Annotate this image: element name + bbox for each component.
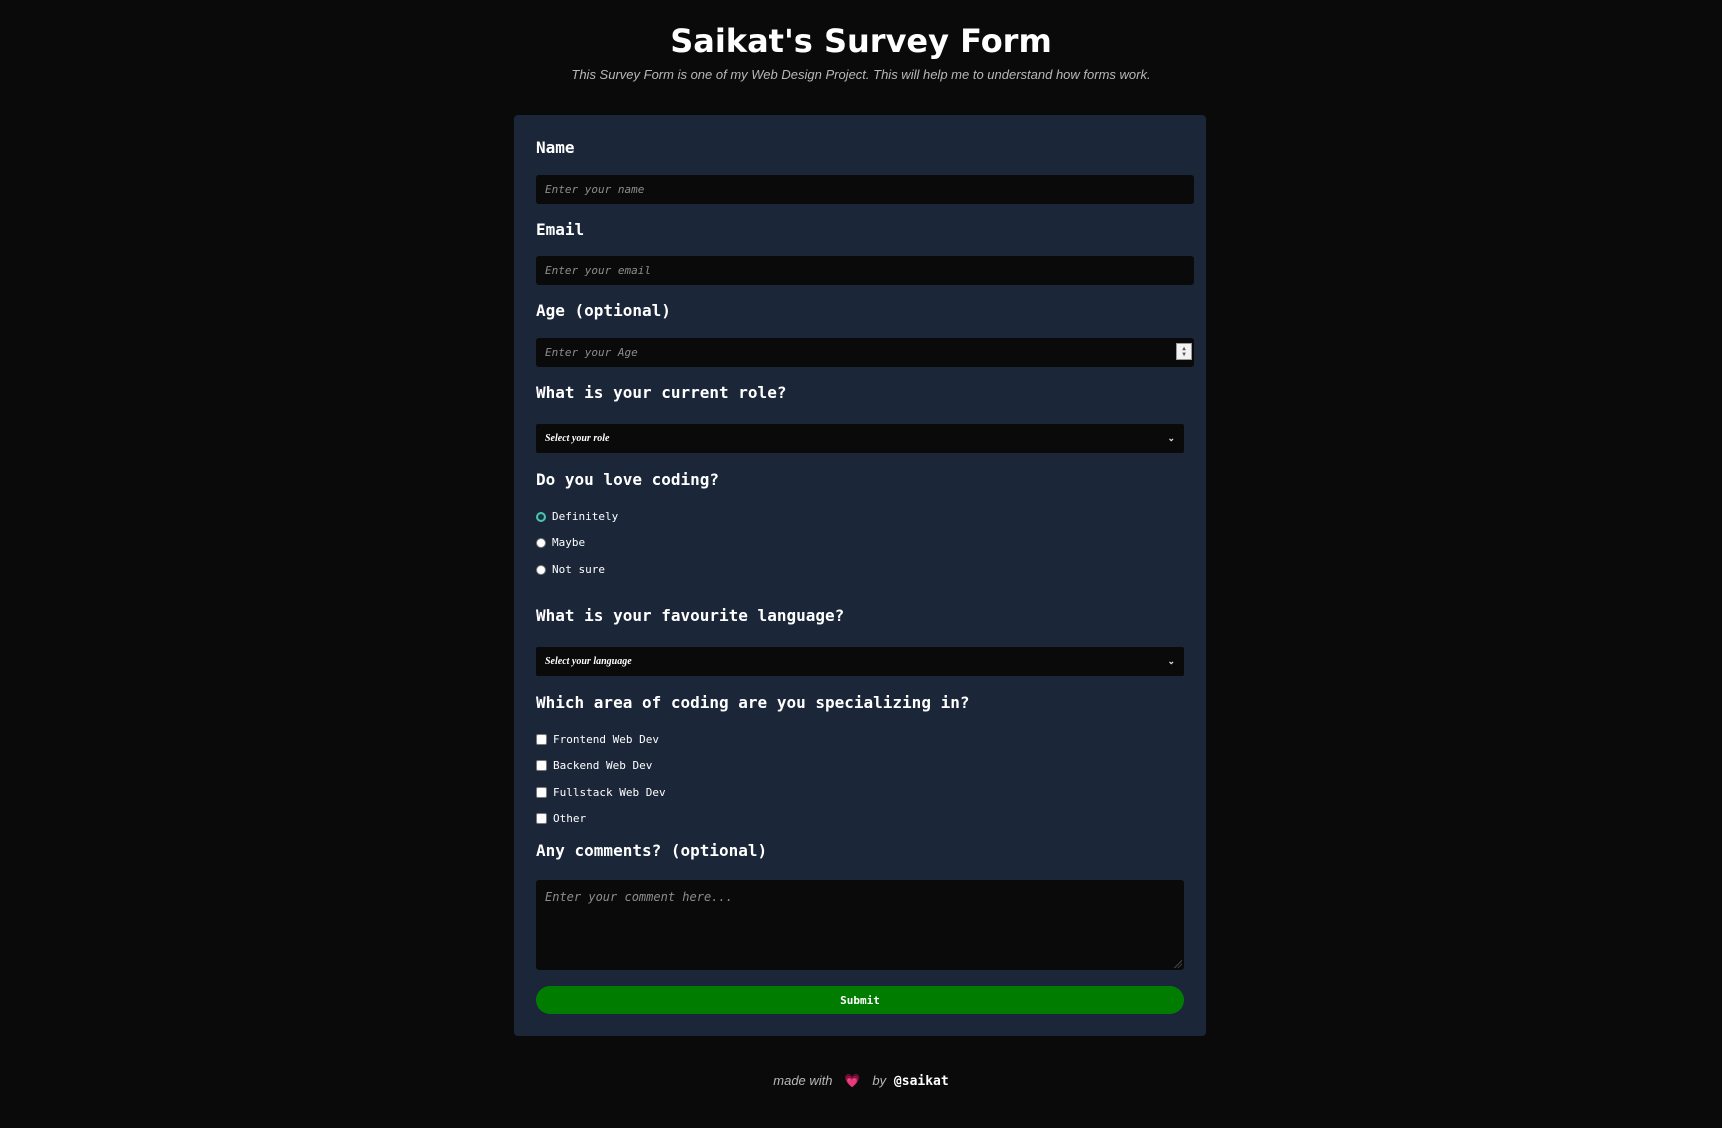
- author-link[interactable]: @saikat: [894, 1074, 949, 1089]
- footer-by: by: [872, 1073, 887, 1088]
- radio-button[interactable]: [536, 564, 546, 575]
- email-input-placeholder: Enter your email: [545, 264, 651, 277]
- spinner-down-icon[interactable]: ▼: [1182, 351, 1186, 358]
- radio-button-checked[interactable]: [536, 511, 546, 522]
- radio-option-definitely[interactable]: Definitely: [536, 510, 618, 523]
- radio-option-label: Definitely: [552, 510, 619, 523]
- checkbox-option-label: Other: [553, 812, 587, 825]
- love-coding-label: Do you love coding?: [536, 470, 720, 489]
- chevron-down-icon: ⌄: [1167, 656, 1175, 666]
- radio-option-maybe[interactable]: Maybe: [536, 536, 585, 549]
- checkbox[interactable]: [536, 760, 547, 771]
- radio-button[interactable]: [536, 537, 546, 548]
- role-label: What is your current role?: [536, 383, 787, 402]
- language-dropdown-value: Select your language: [545, 656, 632, 667]
- footer-made-with: made with: [773, 1073, 833, 1088]
- name-input[interactable]: Enter your name: [536, 175, 1194, 204]
- age-label: Age (optional): [536, 301, 671, 320]
- checkbox-option-label: Fullstack Web Dev: [553, 786, 666, 799]
- radio-option-not-sure[interactable]: Not sure: [536, 563, 605, 576]
- footer: made with 💗 by @saikat: [0, 1073, 1722, 1089]
- role-dropdown[interactable]: Select your role ⌄: [536, 424, 1184, 453]
- survey-form: Name Enter your name Email Enter your em…: [514, 115, 1206, 1036]
- name-label: Name: [536, 138, 575, 157]
- page-title: Saikat's Survey Form: [670, 22, 1052, 60]
- number-spinner[interactable]: ▲ ▼: [1176, 343, 1192, 360]
- checkbox-option-other[interactable]: Other: [536, 812, 586, 825]
- email-input[interactable]: Enter your email: [536, 256, 1194, 285]
- resize-handle-icon[interactable]: [1174, 960, 1182, 968]
- age-input-placeholder: Enter your Age: [545, 346, 638, 359]
- specialization-label: Which area of coding are you specializin…: [536, 693, 970, 712]
- checkbox[interactable]: [536, 813, 547, 824]
- page-description: This Survey Form is one of my Web Design…: [571, 67, 1151, 82]
- role-dropdown-value: Select your role: [545, 433, 610, 444]
- comments-placeholder: Enter your comment here...: [545, 890, 733, 904]
- checkbox[interactable]: [536, 787, 547, 798]
- radio-option-label: Not sure: [552, 563, 605, 576]
- comments-textarea[interactable]: Enter your comment here...: [536, 880, 1184, 970]
- radio-option-label: Maybe: [552, 536, 586, 549]
- name-input-placeholder: Enter your name: [545, 183, 645, 196]
- language-dropdown[interactable]: Select your language ⌄: [536, 647, 1184, 676]
- checkbox-option-frontend[interactable]: Frontend Web Dev: [536, 733, 659, 746]
- chevron-down-icon: ⌄: [1167, 433, 1175, 443]
- comments-label: Any comments? (optional): [536, 841, 768, 860]
- checkbox-option-backend[interactable]: Backend Web Dev: [536, 759, 652, 772]
- checkbox-option-label: Backend Web Dev: [553, 759, 653, 772]
- submit-button[interactable]: Submit: [536, 986, 1184, 1014]
- heart-icon: 💗: [844, 1074, 861, 1089]
- page-header: Saikat's Survey Form This Survey Form is…: [0, 0, 1722, 82]
- age-input[interactable]: Enter your Age ▲ ▼: [536, 338, 1194, 367]
- language-label: What is your favourite language?: [536, 606, 845, 625]
- checkbox[interactable]: [536, 734, 547, 745]
- checkbox-option-fullstack[interactable]: Fullstack Web Dev: [536, 786, 666, 799]
- checkbox-option-label: Frontend Web Dev: [553, 733, 659, 746]
- email-label: Email: [536, 220, 585, 239]
